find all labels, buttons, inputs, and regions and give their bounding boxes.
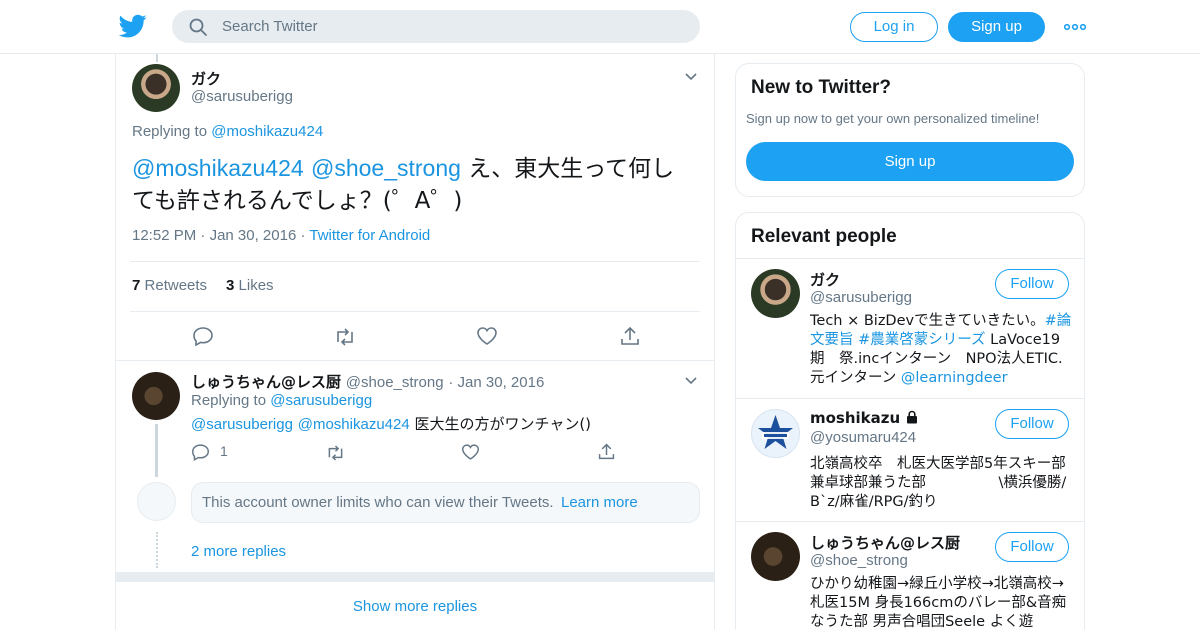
person-bio: 北嶺高校卒 札医大医学部5年スキー部兼卓球部兼うた部 \横浜優勝/ B`z/麻雀… bbox=[810, 456, 1084, 510]
thread-line-top bbox=[156, 54, 158, 62]
tweet-time[interactable]: 12:52 PM bbox=[132, 227, 196, 244]
avatar[interactable] bbox=[132, 64, 180, 112]
person-name[interactable]: ガク bbox=[810, 269, 840, 290]
signup-button[interactable]: Sign up bbox=[948, 12, 1045, 42]
new-to-twitter-title: New to Twitter? bbox=[751, 77, 892, 98]
retweet-icon[interactable] bbox=[325, 444, 346, 462]
tweet-source[interactable]: Twitter for Android bbox=[309, 227, 430, 244]
relevant-people-title: Relevant people bbox=[751, 226, 897, 247]
follow-button[interactable]: Follow bbox=[995, 269, 1069, 299]
mention-link[interactable]: @shoe_strong bbox=[311, 155, 461, 181]
likes-stat[interactable]: 3 Likes bbox=[226, 277, 274, 294]
retweets-label: Retweets bbox=[144, 277, 208, 294]
person-bio: Tech × BizDevで生きていきたい。#論文要旨 #農業啓蒙シリーズ La… bbox=[810, 312, 1072, 388]
avatar[interactable] bbox=[751, 532, 800, 581]
replying-prefix: Replying to bbox=[132, 123, 208, 140]
more-dots-icon[interactable] bbox=[1064, 18, 1086, 36]
sidebar-signup-button[interactable]: Sign up bbox=[746, 142, 1074, 181]
person-bio: ひかり幼稚園→緑丘小学校→北嶺高校→札医15M 身長166cmのバレー部&音痴な… bbox=[810, 576, 1067, 630]
tweet-text-line-1: @moshikazu424 @shoe_strong え、東大生って何し bbox=[132, 152, 674, 185]
bio-text: Tech × BizDevで生きていきたい。 bbox=[810, 313, 1045, 329]
follow-button[interactable]: Follow bbox=[995, 532, 1069, 562]
protected-notice: This account owner limits who can view t… bbox=[191, 482, 700, 523]
tweet-metadata: 12:52 PM · Jan 30, 2016 · Twitter for An… bbox=[132, 227, 430, 244]
person-name[interactable]: moshikazu bbox=[810, 409, 900, 427]
learn-more-link[interactable]: Learn more bbox=[561, 494, 638, 511]
new-to-twitter-card: New to Twitter? Sign up now to get your … bbox=[735, 63, 1085, 197]
replying-to-link[interactable]: @moshikazu424 bbox=[211, 123, 323, 140]
likes-count: 3 bbox=[226, 277, 235, 294]
divider bbox=[130, 311, 700, 312]
separator-dot: · bbox=[200, 227, 210, 244]
replying-to-link[interactable]: @sarusuberigg bbox=[270, 392, 372, 409]
follow-button[interactable]: Follow bbox=[995, 409, 1069, 439]
section-separator bbox=[116, 572, 714, 582]
tweet-text: @moshikazu424 @shoe_strong え、東大生って何し ても許… bbox=[132, 152, 674, 217]
protected-notice-text: This account owner limits who can view t… bbox=[202, 494, 554, 511]
tweet-date[interactable]: Jan 30, 2016 bbox=[210, 227, 297, 244]
tweet-body: え、東大生って何し bbox=[468, 156, 675, 182]
retweets-stat[interactable]: 7 Retweets bbox=[132, 277, 207, 294]
avatar[interactable] bbox=[751, 409, 800, 458]
more-replies-link[interactable]: 2 more replies bbox=[191, 543, 286, 560]
mention-link[interactable]: @moshikazu424 bbox=[298, 416, 410, 433]
chevron-down-icon[interactable] bbox=[684, 72, 698, 82]
replying-to-line: Replying to @moshikazu424 bbox=[132, 123, 323, 140]
person-handle[interactable]: @shoe_strong bbox=[810, 552, 908, 569]
reply-count: 1 bbox=[220, 443, 228, 459]
author-name[interactable]: しゅうちゃん@レス厨 bbox=[191, 373, 341, 391]
person-item[interactable]: しゅうちゃん@レス厨 @shoe_strong Follow ひかり幼稚園→緑丘… bbox=[736, 521, 1084, 630]
heart-icon[interactable] bbox=[461, 443, 480, 461]
mention-link[interactable]: @learningdeer bbox=[901, 370, 1008, 386]
search-icon bbox=[189, 18, 207, 36]
separator-dot: · bbox=[448, 374, 458, 391]
replying-to-line: Replying to @sarusuberigg bbox=[191, 392, 372, 409]
author-name[interactable]: ガク bbox=[191, 68, 221, 89]
person-handle[interactable]: @yosumaru424 bbox=[810, 429, 916, 446]
person-handle[interactable]: @sarusuberigg bbox=[810, 289, 912, 306]
share-icon[interactable] bbox=[597, 442, 616, 461]
login-button[interactable]: Log in bbox=[850, 12, 938, 42]
relevant-people-card: Relevant people ガク @sarusuberigg Follow … bbox=[735, 212, 1085, 630]
show-more-replies-button[interactable]: Show more replies bbox=[116, 598, 714, 615]
lock-icon bbox=[907, 410, 918, 424]
twitter-bird-icon[interactable] bbox=[119, 12, 147, 40]
dotted-thread-line bbox=[156, 532, 158, 568]
tweet-text-line-2: ても許されるんでしょ？(゜A゜) bbox=[132, 188, 463, 214]
reply-icon[interactable] bbox=[192, 326, 214, 346]
share-icon[interactable] bbox=[619, 325, 641, 347]
search-bar[interactable]: Search Twitter bbox=[172, 10, 700, 43]
baystars-logo-icon bbox=[758, 415, 793, 449]
mention-link[interactable]: @moshikazu424 bbox=[132, 155, 304, 181]
reply-body: 医大生の方がワンチャン() bbox=[414, 415, 592, 433]
person-item[interactable]: moshikazu @yosumaru424 Follow 北嶺高校卒 札医大医… bbox=[736, 398, 1084, 521]
thread-line bbox=[155, 424, 158, 477]
avatar[interactable] bbox=[751, 269, 800, 318]
author-handle[interactable]: @shoe_strong bbox=[346, 374, 444, 391]
author-handle[interactable]: @sarusuberigg bbox=[191, 88, 293, 105]
reply-icon[interactable] bbox=[191, 443, 210, 461]
divider bbox=[130, 261, 700, 262]
retweet-icon[interactable] bbox=[333, 327, 357, 347]
top-bar: Search Twitter Log in Sign up bbox=[0, 0, 1200, 54]
hashtag-link[interactable]: #農業啓蒙シリーズ bbox=[858, 332, 985, 348]
retweets-count: 7 bbox=[132, 277, 141, 294]
heart-icon[interactable] bbox=[476, 326, 498, 346]
mention-link[interactable]: @sarusuberigg bbox=[191, 416, 293, 433]
reply-text: @sarusuberigg @moshikazu424 医大生の方がワンチャン(… bbox=[191, 413, 591, 434]
chevron-down-icon[interactable] bbox=[684, 376, 698, 386]
replying-prefix: Replying to bbox=[191, 392, 267, 409]
person-name-row: moshikazu bbox=[810, 409, 919, 427]
tweet-date[interactable]: Jan 30, 2016 bbox=[458, 374, 545, 391]
likes-label: Likes bbox=[238, 277, 274, 294]
person-name[interactable]: しゅうちゃん@レス厨 bbox=[810, 532, 960, 553]
protected-avatar-placeholder bbox=[137, 482, 176, 521]
person-item[interactable]: ガク @sarusuberigg Follow Tech × BizDevで生き… bbox=[736, 258, 1084, 398]
conversation-timeline: ガク @sarusuberigg Replying to @moshikazu4… bbox=[115, 54, 715, 630]
new-to-twitter-subtitle: Sign up now to get your own personalized… bbox=[746, 111, 1040, 126]
search-placeholder: Search Twitter bbox=[222, 18, 318, 35]
reply-header: しゅうちゃん@レス厨 @shoe_strong · Jan 30, 2016 bbox=[191, 371, 544, 392]
avatar[interactable] bbox=[132, 372, 180, 420]
divider bbox=[116, 360, 714, 361]
